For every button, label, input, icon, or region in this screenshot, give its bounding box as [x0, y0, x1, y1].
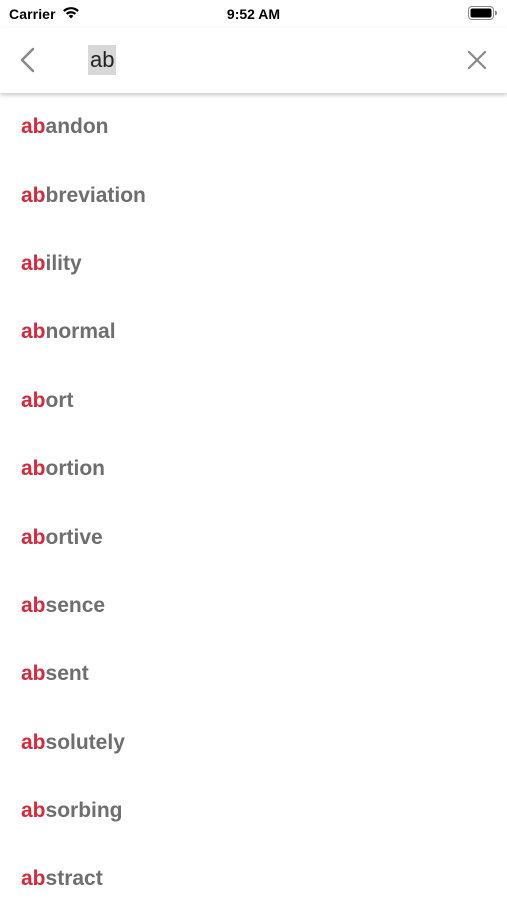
result-item[interactable]: ab solutely — [0, 709, 507, 777]
status-time: 9:52 AM — [226, 6, 281, 22]
result-item[interactable]: ab ortion — [0, 435, 507, 503]
result-rest: ortion — [45, 457, 105, 481]
result-item[interactable]: ab normal — [0, 298, 507, 366]
result-rest: sence — [45, 593, 106, 617]
result-match: ab — [21, 593, 46, 617]
result-rest: ility — [45, 251, 82, 275]
result-item[interactable]: ab ility — [0, 230, 507, 298]
result-match: ab — [21, 115, 46, 139]
result-rest: ort — [45, 388, 74, 412]
result-rest: breviation — [45, 183, 146, 207]
search-results-list: ab andon ab breviation ab ility ab normal ab… — [0, 93, 507, 900]
result-item[interactable]: ab andon — [0, 93, 507, 161]
result-rest: solutely — [45, 730, 125, 754]
result-match: ab — [21, 867, 46, 891]
result-match: ab — [21, 183, 46, 207]
result-rest: andon — [45, 115, 109, 139]
result-rest: ortive — [45, 525, 103, 549]
result-item[interactable]: ab breviation — [0, 161, 507, 229]
search-header: ab — [0, 28, 507, 93]
chevron-left-icon[interactable] — [14, 44, 44, 76]
search-query-text[interactable]: ab — [88, 45, 117, 75]
result-match: ab — [21, 320, 46, 344]
result-item[interactable]: ab sence — [0, 572, 507, 640]
result-match: ab — [21, 662, 46, 686]
result-match: ab — [21, 730, 46, 754]
result-match: ab — [21, 799, 46, 823]
result-item[interactable]: ab sorbing — [0, 777, 507, 845]
result-item[interactable]: ab sent — [0, 640, 507, 708]
result-rest: stract — [45, 867, 103, 891]
result-rest: sent — [45, 662, 89, 686]
result-match: ab — [21, 251, 46, 275]
result-match: ab — [21, 457, 46, 481]
result-match: ab — [21, 388, 46, 412]
result-item[interactable]: ab ort — [0, 367, 507, 435]
result-item[interactable]: ab ortive — [0, 503, 507, 571]
result-item[interactable]: ab stract — [0, 845, 507, 900]
battery-icon — [468, 6, 497, 20]
close-icon[interactable] — [465, 48, 489, 72]
result-match: ab — [21, 525, 46, 549]
result-rest: sorbing — [45, 799, 123, 823]
status-bar: Carrier 9:52 AM — [0, 0, 507, 28]
result-rest: normal — [45, 320, 116, 344]
